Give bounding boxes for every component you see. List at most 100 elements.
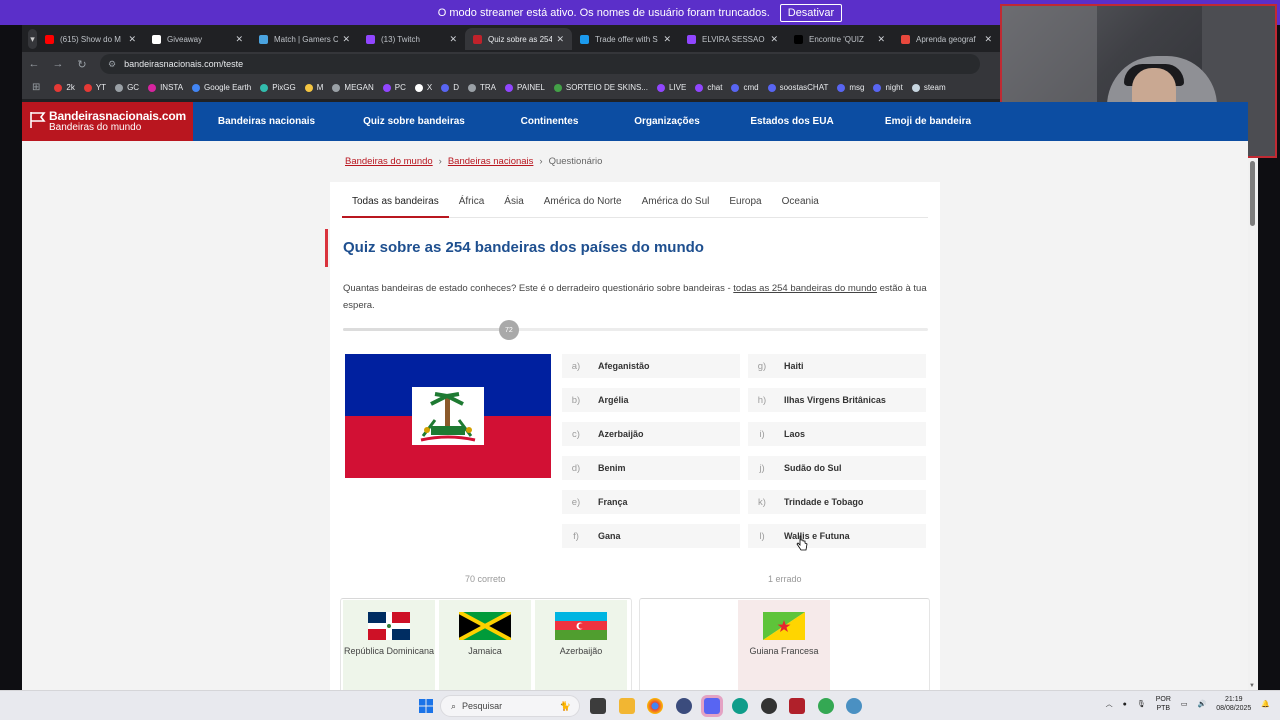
answer-option[interactable]: f) Gana — [562, 524, 740, 548]
forward-icon[interactable]: → — [46, 58, 70, 70]
browser-tab[interactable]: ELVIRA SESSAO U ✕ — [679, 28, 786, 50]
task-view-icon[interactable] — [590, 698, 606, 714]
chrome-profile-icon[interactable] — [818, 698, 834, 714]
tab-list: (615) Show do M ✕ Giveaway ✕ Match | Gamers … — [37, 28, 1000, 50]
bookmark-item[interactable]: night — [873, 83, 903, 92]
tab-close-icon[interactable]: ✕ — [235, 34, 243, 45]
discord-icon[interactable] — [704, 698, 720, 714]
bookmark-item[interactable]: INSTA — [148, 83, 183, 92]
answer-option[interactable]: g) Haiti — [748, 354, 926, 378]
bookmark-item[interactable]: PixGG — [260, 83, 296, 92]
tab-asia[interactable]: Ásia — [494, 192, 533, 218]
bookmark-item[interactable]: LIVE — [656, 83, 686, 92]
address-bar[interactable]: ⚙ bandeirasnacionais.com/teste — [100, 54, 980, 74]
answer-option[interactable]: a) Afeganistão — [562, 354, 740, 378]
all-flags-link[interactable]: todas as 254 bandeiras do mundo — [733, 283, 877, 294]
answer-option[interactable]: b) Argélia — [562, 388, 740, 412]
bookmark-item[interactable]: steam — [911, 83, 946, 92]
browser-tab[interactable]: (13) Twitch ✕ — [358, 28, 465, 50]
bookmark-item[interactable]: X — [414, 83, 432, 92]
file-explorer-icon[interactable] — [619, 698, 635, 714]
tab-close-icon[interactable]: ✕ — [770, 34, 778, 45]
bookmark-item[interactable]: cmd — [731, 83, 759, 92]
app-red-icon[interactable] — [789, 698, 805, 714]
tab-close-icon[interactable]: ✕ — [984, 34, 992, 45]
answer-option[interactable]: i) Laos — [748, 422, 926, 446]
nav-quiz-sobre-bandeiras[interactable]: Quiz sobre bandeiras — [340, 102, 488, 141]
answer-option[interactable]: d) Benim — [562, 456, 740, 480]
site-info-icon[interactable]: ⚙ — [108, 59, 116, 70]
bookmark-item[interactable]: soostasCHAT — [767, 83, 828, 92]
tab-todas-as-bandeiras[interactable]: Todas as bandeiras — [342, 192, 449, 218]
bookmark-item[interactable]: 2k — [54, 83, 75, 92]
nav-emoji-de-bandeira[interactable]: Emoji de bandeira — [861, 102, 995, 141]
bookmark-item[interactable]: msg — [837, 83, 864, 92]
nav-estados-dos-eua[interactable]: Estados dos EUA — [723, 102, 861, 141]
reload-icon[interactable]: ↻ — [70, 58, 94, 71]
scrollbar-thumb[interactable] — [1250, 161, 1255, 226]
nav-organizacoes[interactable]: Organizações — [611, 102, 723, 141]
start-icon[interactable] — [418, 698, 434, 714]
tab-america-do-sul[interactable]: América do Sul — [632, 192, 720, 218]
nav-bandeiras-nacionais[interactable]: Bandeiras nacionais — [193, 102, 340, 141]
tray-app-icon[interactable]: ● — [1123, 701, 1127, 708]
volume-icon[interactable]: 🔊 — [1198, 700, 1207, 708]
answer-option[interactable]: c) Azerbaijão — [562, 422, 740, 446]
notification-icon[interactable]: 🔔 — [1261, 700, 1270, 708]
microphone-icon[interactable]: 🎙 — [1137, 700, 1146, 708]
tab-oceania[interactable]: Oceania — [772, 192, 829, 218]
back-icon[interactable]: ← — [22, 58, 46, 70]
tab-close-icon[interactable]: ✕ — [342, 34, 350, 45]
bookmark-item[interactable]: YT — [83, 83, 106, 92]
chrome-icon[interactable] — [647, 698, 663, 714]
answer-option[interactable]: l) Wallis e Futuna — [748, 524, 926, 548]
app-icon[interactable] — [676, 698, 692, 714]
bookmark-item[interactable]: PC — [382, 83, 406, 92]
page-scrollbar[interactable]: ▼ — [1248, 158, 1258, 690]
answer-option[interactable]: k) Trindade e Tobago — [748, 490, 926, 514]
tab-close-icon[interactable]: ✕ — [663, 34, 671, 45]
tab-close-icon[interactable]: ✕ — [556, 34, 564, 45]
site-logo[interactable]: Bandeirasnacionais.com Bandeiras do mund… — [22, 102, 193, 141]
network-icon[interactable]: ▭ — [1181, 700, 1188, 708]
browser-tab[interactable]: Quiz sobre as 254 ✕ — [465, 28, 572, 50]
taskbar-search[interactable]: ⌕ Pesquisar 🐈 — [440, 695, 580, 717]
input-language[interactable]: POR PTB — [1156, 695, 1171, 713]
bookmark-item[interactable]: M — [304, 83, 323, 92]
browser-tab[interactable]: Trade offer with S ✕ — [572, 28, 679, 50]
bookmark-item[interactable]: SORTEIO DE SKINS... — [553, 83, 648, 92]
answer-option[interactable]: e) França — [562, 490, 740, 514]
edge-icon[interactable] — [732, 698, 748, 714]
disable-streamer-mode-button[interactable]: Desativar — [779, 3, 843, 22]
browser-tab[interactable]: Aprenda geograf ✕ — [893, 28, 1000, 50]
breadcrumb-bandeiras-nacionais[interactable]: Bandeiras nacionais — [448, 156, 534, 167]
browser-tab[interactable]: Encontre 'QUIZ ✕ — [786, 28, 893, 50]
show-hidden-icons-icon[interactable]: ︿ — [1106, 699, 1113, 709]
answer-option[interactable]: j) Sudão do Sul — [748, 456, 926, 480]
browser-tab[interactable]: Match | Gamers C ✕ — [251, 28, 358, 50]
answer-option[interactable]: h) Ilhas Virgens Britânicas — [748, 388, 926, 412]
bookmark-item[interactable]: TRA — [468, 83, 496, 92]
bookmark-item[interactable]: GC — [115, 83, 139, 92]
tab-africa[interactable]: África — [449, 192, 495, 218]
browser-tab[interactable]: Giveaway ✕ — [144, 28, 251, 50]
tab-america-do-norte[interactable]: América do Norte — [534, 192, 632, 218]
tab-europa[interactable]: Europa — [719, 192, 771, 218]
scroll-down-icon[interactable]: ▼ — [1249, 683, 1255, 689]
bookmark-item[interactable]: D — [441, 83, 459, 92]
network-app-icon[interactable] — [846, 698, 862, 714]
bookmark-item[interactable]: chat — [695, 83, 722, 92]
apps-grid-icon[interactable]: ⊞ — [32, 82, 40, 93]
tab-close-icon[interactable]: ✕ — [128, 34, 136, 45]
tab-close-icon[interactable]: ✕ — [877, 34, 885, 45]
bookmark-item[interactable]: Google Earth — [192, 83, 251, 92]
breadcrumb-bandeiras-do-mundo[interactable]: Bandeiras do mundo — [345, 156, 433, 167]
bookmark-item[interactable]: MEGAN — [332, 83, 374, 92]
browser-tab[interactable]: (615) Show do M ✕ — [37, 28, 144, 50]
tab-close-icon[interactable]: ✕ — [449, 34, 457, 45]
tab-search-icon[interactable]: ▾ — [28, 29, 37, 49]
clock[interactable]: 21:19 08/08/2025 — [1216, 695, 1251, 713]
obs-icon[interactable] — [761, 698, 777, 714]
nav-continentes[interactable]: Continentes — [488, 102, 611, 141]
bookmark-item[interactable]: PAINEL — [505, 83, 545, 92]
